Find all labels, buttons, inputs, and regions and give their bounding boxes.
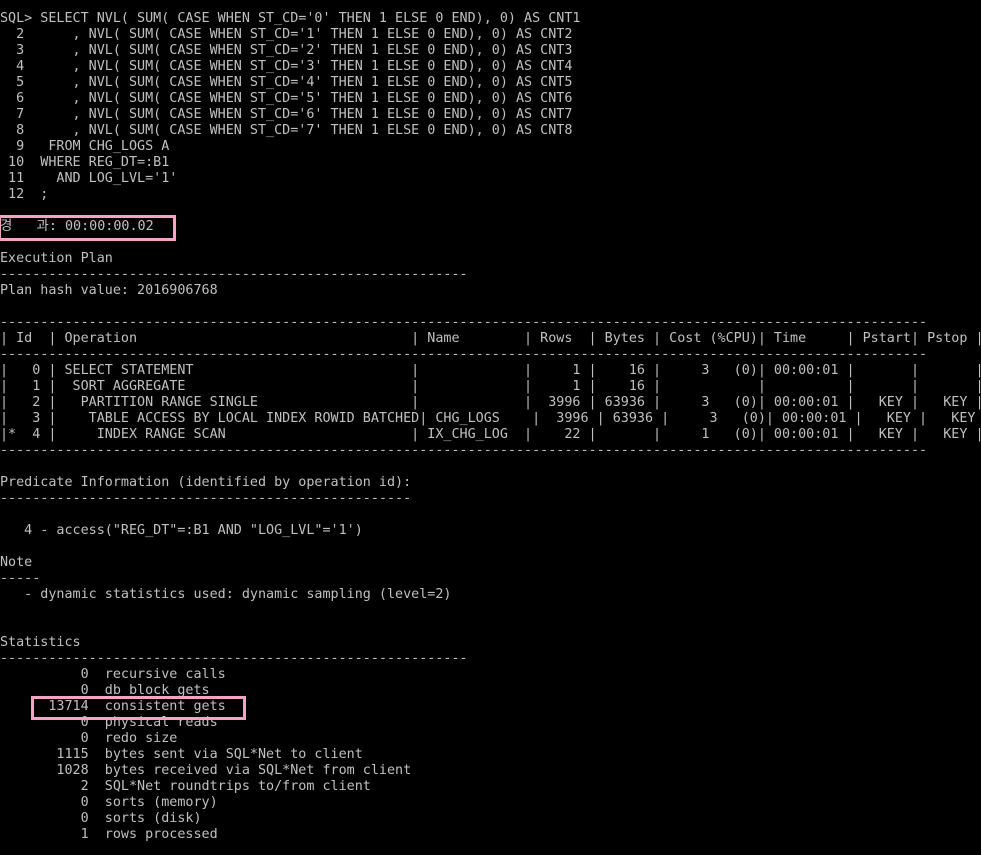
- table-rule: ----------------------------------------…: [0, 347, 928, 362]
- table-row: | 3 | TABLE ACCESS BY LOCAL INDEX ROWID …: [0, 411, 981, 426]
- plan-title: Execution Plan: [0, 251, 113, 266]
- stats-line: 1115 bytes sent via SQL*Net to client: [0, 747, 363, 762]
- table-row: | 1 | SORT AGGREGATE | | 1 | 16 | | | | …: [0, 379, 981, 394]
- stats-title: Statistics: [0, 635, 81, 650]
- predicate-rule: ----------------------------------------…: [0, 491, 412, 506]
- predicate-title: Predicate Information (identified by ope…: [0, 475, 412, 490]
- query-line: 7 , NVL( SUM( CASE WHEN ST_CD='6' THEN 1…: [0, 107, 573, 122]
- query-line: 10 WHERE REG_DT=:B1: [0, 155, 170, 170]
- query-line: 5 , NVL( SUM( CASE WHEN ST_CD='4' THEN 1…: [0, 75, 573, 90]
- query-line: 8 , NVL( SUM( CASE WHEN ST_CD='7' THEN 1…: [0, 123, 573, 138]
- plan-rule: ----------------------------------------…: [0, 267, 468, 282]
- stats-line-consistent-gets: 13714 consistent gets: [0, 699, 226, 714]
- terminal-output: SQL> SELECT NVL( SUM( CASE WHEN ST_CD='0…: [0, 11, 981, 855]
- stats-line: 0 recursive calls: [0, 667, 226, 682]
- stats-line: 1028 bytes received via SQL*Net from cli…: [0, 763, 412, 778]
- stats-line: 0 sorts (disk): [0, 811, 202, 826]
- query-line: 11 AND LOG_LVL='1': [0, 171, 178, 186]
- query-line: 6 , NVL( SUM( CASE WHEN ST_CD='5' THEN 1…: [0, 91, 573, 106]
- table-rule: ----------------------------------------…: [0, 443, 928, 458]
- query-line: 4 , NVL( SUM( CASE WHEN ST_CD='3' THEN 1…: [0, 59, 573, 74]
- query-line: 2 , NVL( SUM( CASE WHEN ST_CD='1' THEN 1…: [0, 27, 573, 42]
- table-rule: ----------------------------------------…: [0, 315, 928, 330]
- note-title: Note: [0, 555, 33, 570]
- elapsed-time: 경 과: 00:00:00.02: [0, 219, 154, 234]
- table-header: | Id | Operation | Name | Rows | Bytes |…: [0, 331, 981, 346]
- plan-hash: Plan hash value: 2016906768: [0, 283, 218, 298]
- table-row: |* 4 | INDEX RANGE SCAN | IX_CHG_LOG | 2…: [0, 427, 981, 442]
- query-line: 12 ;: [0, 187, 49, 202]
- stats-line: 0 redo size: [0, 731, 178, 746]
- table-row: | 0 | SELECT STATEMENT | | 1 | 16 | 3 (0…: [0, 363, 981, 378]
- stats-line: 2 SQL*Net roundtrips to/from client: [0, 779, 371, 794]
- stats-line: 0 db block gets: [0, 683, 210, 698]
- stats-line: 0 sorts (memory): [0, 795, 218, 810]
- stats-line: 1 rows processed: [0, 827, 218, 842]
- table-row: | 2 | PARTITION RANGE SINGLE | | 3996 | …: [0, 395, 981, 410]
- query-line: SQL> SELECT NVL( SUM( CASE WHEN ST_CD='0…: [0, 11, 581, 26]
- note-rule: -----: [0, 571, 41, 586]
- query-line: 9 FROM CHG_LOGS A: [0, 139, 170, 154]
- stats-line: 0 physical reads: [0, 715, 218, 730]
- query-line: 3 , NVL( SUM( CASE WHEN ST_CD='2' THEN 1…: [0, 43, 573, 58]
- stats-rule: ----------------------------------------…: [0, 651, 468, 666]
- predicate-line: 4 - access("REG_DT"=:B1 AND "LOG_LVL"='1…: [0, 523, 363, 538]
- note-line: - dynamic statistics used: dynamic sampl…: [0, 587, 452, 602]
